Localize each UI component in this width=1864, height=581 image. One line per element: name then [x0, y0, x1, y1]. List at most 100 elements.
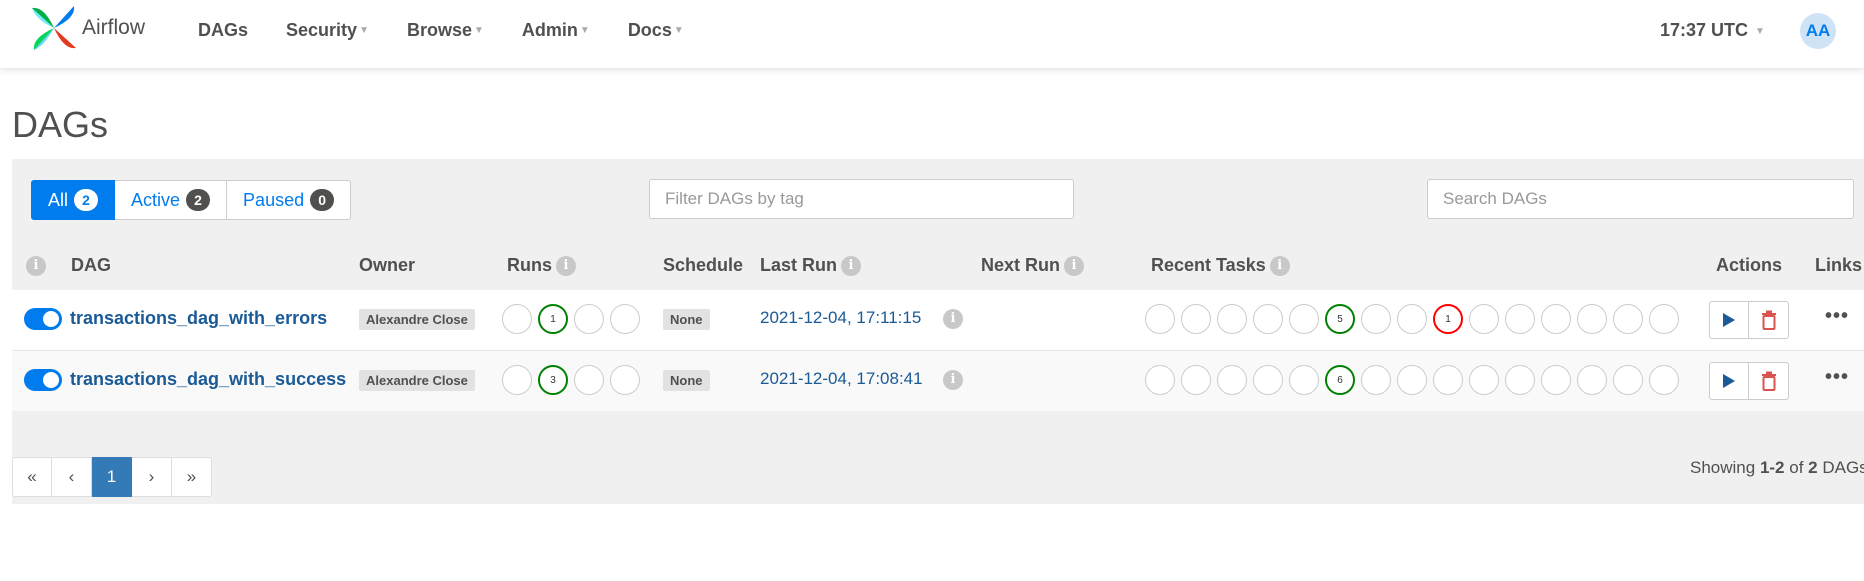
showing-prefix: Showing — [1690, 458, 1760, 477]
header-actions: Actions — [1716, 255, 1783, 275]
info-icon: i — [1269, 256, 1290, 277]
nav-docs[interactable]: Docs ▼ — [628, 20, 684, 41]
owner-badge[interactable]: Alexandre Close — [359, 309, 475, 330]
status-circle-none — [1577, 304, 1607, 334]
trigger-dag-button[interactable] — [1709, 301, 1749, 339]
table-row: transactions_dag_with_errors Alexandre C… — [12, 290, 1864, 351]
airflow-pinwheel-icon — [32, 6, 76, 50]
status-circle-none — [574, 304, 604, 334]
header-recent-tasks-label: Recent Tasks — [1151, 255, 1266, 275]
status-circle-none — [1469, 304, 1499, 334]
delete-dag-button[interactable] — [1749, 362, 1789, 400]
status-circle-none — [1577, 365, 1607, 395]
row-actions — [1709, 362, 1789, 400]
page-last-button[interactable]: » — [172, 457, 212, 497]
info-icon: i — [841, 256, 862, 277]
links-menu-icon[interactable]: ••• — [1825, 366, 1849, 389]
nav-docs-label: Docs — [627, 19, 672, 40]
status-circle-none — [1361, 304, 1391, 334]
header-schedule: Schedule — [663, 255, 744, 275]
nav-dags-label: DAGs — [198, 19, 249, 40]
status-circle-success[interactable]: 5 — [1325, 304, 1355, 334]
filter-active-button[interactable]: Active 2 — [115, 180, 228, 220]
status-circle-success[interactable]: 6 — [1325, 365, 1355, 395]
search-dags-input[interactable] — [1427, 179, 1854, 219]
status-circle-none — [1145, 365, 1175, 395]
nav-security-label: Security — [286, 19, 358, 40]
showing-total: 2 — [1808, 458, 1818, 477]
dag-link[interactable]: transactions_dag_with_errors — [70, 308, 327, 329]
header-runs: Runs i — [507, 255, 576, 277]
delete-dag-button[interactable] — [1749, 301, 1789, 339]
status-circle-failed[interactable]: 1 — [1433, 304, 1463, 334]
status-circle-none — [1649, 304, 1679, 334]
page-prev-button[interactable]: ‹ — [52, 457, 92, 497]
pause-toggle[interactable] — [24, 369, 62, 391]
page-next-button[interactable]: › — [132, 457, 172, 497]
trigger-dag-button[interactable] — [1709, 362, 1749, 400]
status-circle-none — [1505, 304, 1535, 334]
brand-logo-link[interactable]: Airflow — [30, 4, 145, 52]
header-runs-label: Runs — [507, 255, 552, 275]
status-filter-group: All 2 Active 2 Paused 0 — [31, 180, 352, 220]
status-circle-none — [1253, 365, 1283, 395]
nav-dags[interactable]: DAGs — [198, 20, 248, 41]
header-dag[interactable]: DAG — [71, 255, 111, 276]
nav-browse[interactable]: Browse ▼ — [407, 20, 484, 41]
pause-toggle[interactable] — [24, 308, 62, 330]
header-owner[interactable]: Owner — [359, 255, 415, 276]
trash-icon — [1761, 371, 1776, 391]
schedule-badge[interactable]: None — [663, 309, 710, 330]
tag-filter-input[interactable] — [649, 179, 1074, 219]
status-circle-none — [1145, 304, 1175, 334]
dag-link[interactable]: transactions_dag_with_success — [70, 369, 346, 390]
nav-admin[interactable]: Admin ▼ — [522, 20, 590, 41]
timezone-clock[interactable]: 17:37 UTC ▼ — [1660, 20, 1765, 41]
filter-paused-count: 0 — [310, 189, 335, 211]
user-avatar[interactable]: AA — [1800, 13, 1836, 49]
page-first-button[interactable]: « — [12, 457, 52, 497]
showing-of: of — [1784, 458, 1809, 477]
caret-down-icon: ▼ — [359, 25, 369, 37]
play-icon — [1723, 313, 1735, 327]
filter-active-label: Active — [131, 189, 181, 210]
pagination: « ‹ 1 › » — [12, 457, 212, 497]
status-circle-none — [1433, 365, 1463, 395]
status-circle-none — [1217, 365, 1247, 395]
header-info-icon: i — [26, 255, 46, 277]
nav-security[interactable]: Security ▼ — [286, 20, 369, 41]
status-circle-none — [1253, 304, 1283, 334]
filter-paused-label: Paused — [243, 189, 305, 210]
showing-suffix: DAGs — [1817, 458, 1864, 477]
filter-paused-button[interactable]: Paused 0 — [227, 180, 352, 220]
status-circle-none — [502, 365, 532, 395]
links-menu-icon[interactable]: ••• — [1825, 305, 1849, 328]
schedule-badge[interactable]: None — [663, 370, 710, 391]
trash-icon — [1761, 310, 1776, 330]
showing-count-text: Showing 1-2 of 2 DAGs — [1690, 458, 1864, 478]
status-circle-success[interactable]: 3 — [538, 365, 568, 395]
page-current-button[interactable]: 1 — [92, 457, 132, 497]
filter-active-count: 2 — [186, 189, 211, 211]
status-circle-none — [502, 304, 532, 334]
filter-all-label: All — [48, 189, 69, 210]
top-navbar: Airflow DAGs Security ▼ Browse ▼ Admin ▼ Do… — [0, 0, 1864, 68]
owner-badge[interactable]: Alexandre Close — [359, 370, 475, 391]
caret-down-icon: ▼ — [673, 25, 684, 37]
info-icon: i — [556, 256, 576, 277]
filter-all-count: 2 — [74, 189, 99, 211]
header-recent-tasks: Recent Tasks i — [1151, 255, 1290, 277]
page-title: DAGs — [12, 104, 109, 145]
last-run-link[interactable]: 2021-12-04, 17:08:41 — [760, 369, 923, 389]
last-run-link[interactable]: 2021-12-04, 17:11:15 — [760, 308, 921, 328]
nav-browse-label: Browse — [406, 19, 472, 40]
status-circle-success[interactable]: 1 — [538, 304, 568, 334]
status-circle-none — [1541, 365, 1571, 395]
caret-down-icon: ▼ — [579, 25, 590, 37]
runs-circles: 1 — [502, 304, 646, 334]
status-circle-none — [610, 365, 640, 395]
caret-down-icon: ▼ — [474, 25, 484, 37]
filter-all-button[interactable]: All 2 — [31, 180, 116, 220]
info-icon: i — [943, 370, 963, 390]
status-circle-none — [1541, 304, 1571, 334]
